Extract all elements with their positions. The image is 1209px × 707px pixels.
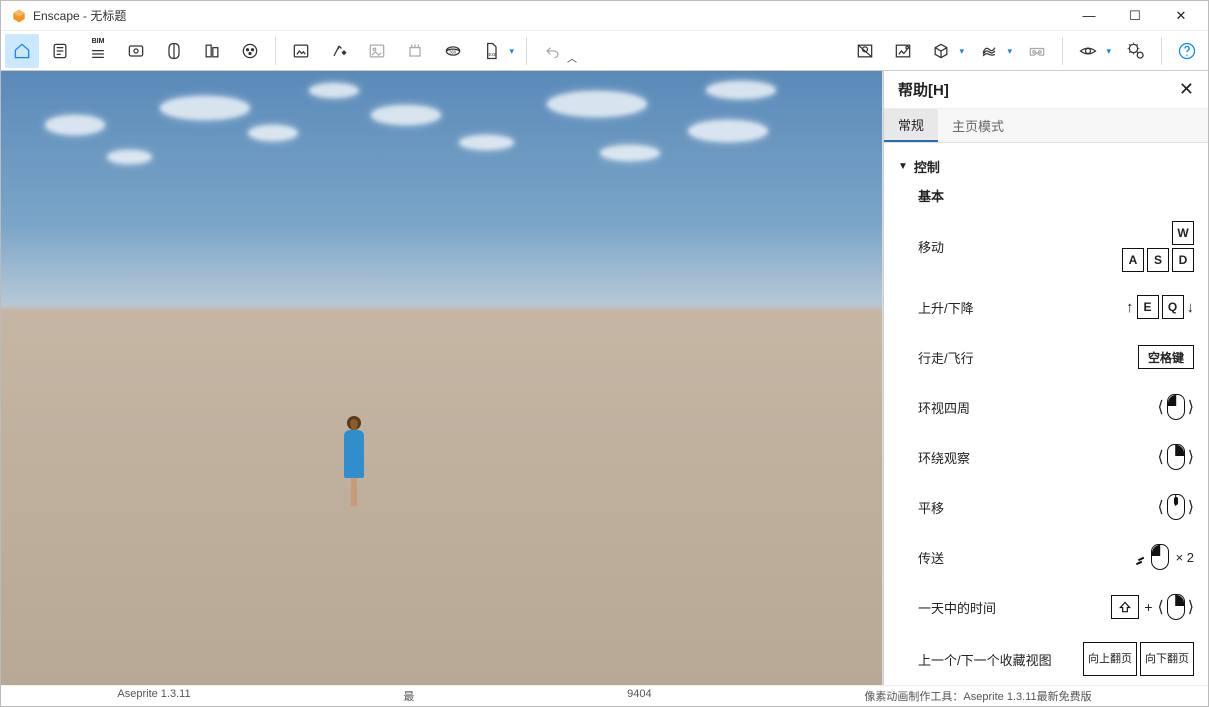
tab-general[interactable]: 常规 <box>884 109 938 142</box>
exe-export-button[interactable]: EXE <box>474 34 508 68</box>
app-logo-icon <box>11 8 27 24</box>
safe-frame-button[interactable] <box>848 34 882 68</box>
key-pagedown: 向下翻页 <box>1140 642 1194 676</box>
angle-l-icon: ⟨ <box>1158 447 1164 467</box>
angle-l-icon: ⟨ <box>1158 497 1164 517</box>
angle-l-icon: ⟨ <box>1158 597 1164 617</box>
toolbar-sep-3 <box>1062 37 1063 65</box>
sky-render <box>1 71 882 317</box>
vr-button[interactable] <box>1020 34 1054 68</box>
help-panel-header: 帮助[H] ✕ <box>884 71 1208 109</box>
close-button[interactable]: ✕ <box>1158 1 1204 31</box>
panorama-button[interactable]: 360 <box>436 34 470 68</box>
row-orbit: 环绕观察 ⟨ ⟩ <box>888 432 1208 482</box>
content-area: 帮助[H] ✕ 常规 主页模式 ▼控制 基本 移动 W A <box>1 71 1208 685</box>
row-tod: 一天中的时间 + ⟨ ⟩ <box>888 582 1208 632</box>
maximize-button[interactable]: ☐ <box>1112 1 1158 31</box>
help-panel-close-button[interactable]: ✕ <box>1179 79 1194 100</box>
help-button[interactable] <box>1170 34 1204 68</box>
x2-label: × 2 <box>1176 550 1194 565</box>
collab-button[interactable] <box>233 34 267 68</box>
row-move: 移动 W A S D <box>888 211 1208 282</box>
mouse-left-icon <box>1167 394 1185 420</box>
sub-basic: 基本 <box>888 180 1208 211</box>
row-transmit: 传送 × 2 <box>888 532 1208 582</box>
plus-icon: + <box>1144 599 1152 615</box>
help-panel-title: 帮助[H] <box>898 79 949 100</box>
row-updown: 上升/下降 ↑ E Q ↓ <box>888 282 1208 332</box>
window-title: Enscape - 无标题 <box>33 7 126 24</box>
bim-info-button[interactable]: BIM <box>81 34 115 68</box>
settings-button[interactable] <box>1119 34 1153 68</box>
site-context-button[interactable] <box>195 34 229 68</box>
key-a: A <box>1122 248 1144 272</box>
key-s: S <box>1147 248 1169 272</box>
key-q: Q <box>1162 295 1184 319</box>
toolbar-sep-1 <box>275 37 276 65</box>
home-view-button[interactable] <box>5 34 39 68</box>
render-viewport[interactable] <box>1 71 883 685</box>
undo-button[interactable] <box>535 34 569 68</box>
render-quality-button[interactable] <box>972 34 1006 68</box>
screenshot-button[interactable] <box>284 34 318 68</box>
angle-r-icon: ⟩ <box>1188 447 1194 467</box>
key-d: D <box>1172 248 1194 272</box>
arrow-down-icon: ↓ <box>1187 299 1195 316</box>
help-panel: 帮助[H] ✕ 常规 主页模式 ▼控制 基本 移动 W A <box>883 71 1208 685</box>
footer-bar: Aseprite 1.3.11 最 9404 像素动画制作工具：Aseprite… <box>1 685 1208 706</box>
character-figure <box>339 416 369 508</box>
angle-r-icon: ⟩ <box>1188 397 1194 417</box>
main-toolbar: BIM 360 EXE ︿ <box>1 31 1208 71</box>
angle-l-icon: ⟨ <box>1158 397 1164 417</box>
row-walkfly: 行走/飞行 空格键 <box>888 332 1208 382</box>
mouse-right-icon <box>1167 444 1185 470</box>
arrow-up-icon: ↑ <box>1126 299 1134 316</box>
help-tabs: 常规 主页模式 <box>884 109 1208 143</box>
key-shift <box>1111 595 1139 619</box>
key-e: E <box>1137 295 1159 319</box>
collapse-icon: ▼ <box>898 161 908 172</box>
help-body: ▼控制 基本 移动 W A S D <box>884 143 1208 685</box>
angle-r-icon: ⟩ <box>1188 497 1194 517</box>
titlebar: Enscape - 无标题 — ☐ ✕ <box>1 1 1208 31</box>
asset-library-button[interactable] <box>157 34 191 68</box>
video-export-button[interactable] <box>398 34 432 68</box>
motion-lines-icon <box>1136 558 1146 566</box>
image-export-button[interactable] <box>360 34 394 68</box>
svg-text:360: 360 <box>449 49 457 54</box>
row-lookaround: 环视四周 ⟨ ⟩ <box>888 382 1208 432</box>
section-controls[interactable]: ▼控制 <box>888 153 1208 180</box>
view-manage-button[interactable] <box>119 34 153 68</box>
presets-button[interactable] <box>43 34 77 68</box>
mouse-left-icon <box>1151 544 1169 570</box>
angle-r-icon: ⟩ <box>1188 597 1194 617</box>
batch-render-button[interactable] <box>322 34 356 68</box>
key-w: W <box>1172 221 1194 245</box>
key-pageup: 向上翻页 <box>1083 642 1137 676</box>
svg-text:EXE: EXE <box>489 52 498 57</box>
tab-home-mode[interactable]: 主页模式 <box>938 109 1018 142</box>
key-space: 空格键 <box>1138 345 1194 369</box>
wasd-keys: W A S D <box>1122 221 1194 272</box>
render-mode-button[interactable] <box>924 34 958 68</box>
minimize-button[interactable]: — <box>1066 1 1112 31</box>
window-controls: — ☐ ✕ <box>1066 1 1204 31</box>
row-pan: 平移 ⟨ ⟩ <box>888 482 1208 532</box>
toolbar-sep-2 <box>526 37 527 65</box>
depth-of-field-button[interactable] <box>886 34 920 68</box>
toolbar-sep-4 <box>1161 37 1162 65</box>
app-window: Enscape - 无标题 — ☐ ✕ BIM 360 EXE ︿ <box>0 0 1209 707</box>
mouse-middle-icon <box>1167 494 1185 520</box>
mouse-right-icon <box>1167 594 1185 620</box>
row-favview: 上一个/下一个收藏视图 向上翻页 向下翻页 <box>888 632 1208 685</box>
visual-settings-button[interactable] <box>1071 34 1105 68</box>
